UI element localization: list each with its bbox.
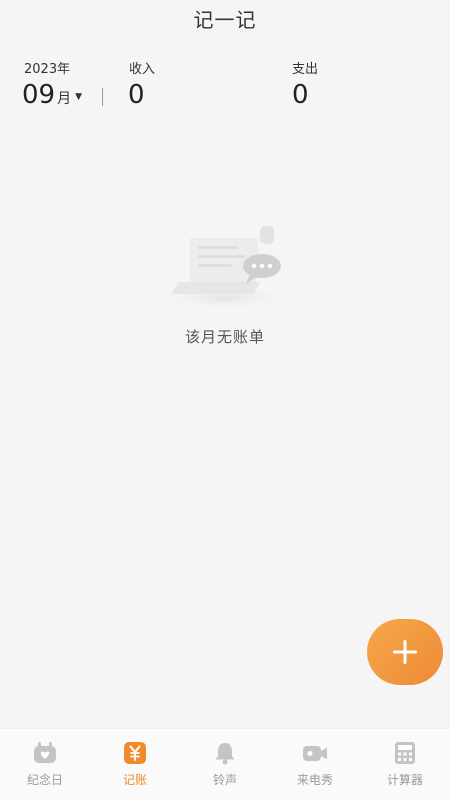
empty-state-message: 该月无账单 [184,328,265,346]
bottom-tab-bar: 纪念日 记账 铃声 来电秀 计算器 [0,728,450,800]
screen: 记一记 2023年 09 月 ▼ 收入 0 支出 0 该月无账单 纪念日 记账 … [0,0,450,800]
tab-ringtone[interactable]: 铃声 [180,729,270,800]
income-value: 0 [128,80,145,110]
tab-accounting[interactable]: 记账 [90,729,180,800]
tab-calculator[interactable]: 计算器 [360,729,450,800]
summary-divider [102,88,103,106]
page-title: 记一记 [193,8,257,32]
plus-icon [393,640,417,664]
bell-icon [215,743,235,765]
tab-label: 纪念日 [26,773,63,787]
month-picker[interactable]: 09 月 ▼ [22,80,82,110]
expense-value: 0 [292,80,309,110]
yen-note-icon [124,742,146,764]
tab-caller-show[interactable]: 来电秀 [270,729,360,800]
video-icon [303,746,327,761]
tab-label: 来电秀 [296,773,333,787]
calculator-icon [395,742,415,764]
tab-anniversary[interactable]: 纪念日 [0,729,90,800]
add-record-button[interactable] [367,619,443,685]
month-value: 09 [22,80,56,110]
income-label: 收入 [129,62,156,77]
tab-label: 计算器 [386,773,423,787]
tab-label: 铃声 [212,773,237,787]
caret-down-icon: ▼ [75,92,83,102]
tab-label: 记账 [122,773,147,787]
anniversary-icon [34,742,56,763]
expense-label: 支出 [292,62,319,77]
month-summary: 2023年 09 月 ▼ 收入 0 支出 0 [0,58,450,118]
month-unit: 月 [57,91,72,107]
empty-bill-illustration-icon [153,226,297,310]
year-label: 2023年 [24,62,71,77]
